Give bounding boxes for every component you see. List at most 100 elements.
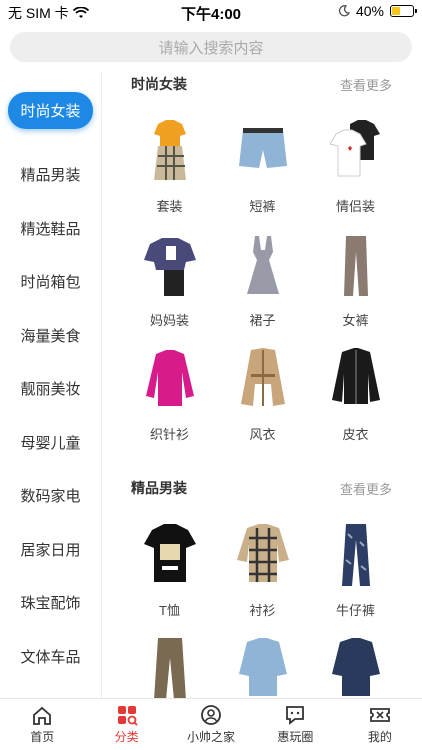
cargo-pants-icon (140, 634, 200, 698)
tab-ticket[interactable]: 我的 (338, 699, 422, 750)
denim-jacket-icon (233, 634, 293, 698)
tab-label: 分类 (114, 730, 139, 744)
sidebar-item-label: 珠宝配饰 (20, 595, 81, 613)
tab-chat[interactable]: 惠玩圈 (253, 699, 337, 750)
denim-shorts-icon (233, 116, 293, 186)
section-title: 精品男装 (131, 480, 187, 496)
subcategory-label: 风衣 (249, 427, 276, 442)
tshirt-icon (140, 520, 200, 590)
subcategory-item[interactable]: 织针衫 (123, 344, 216, 458)
tab-bar: 首页 分类 小帅之家 惠玩圈 我的 (0, 698, 422, 750)
section-header: 精品男装 查看更多 (103, 476, 422, 500)
category-section: 时尚女装 查看更多套装 短裤 情侣装妈妈装 裙子 女裤织针衫 风衣 皮衣 (103, 72, 422, 458)
subcategory-label: 皮衣 (342, 427, 369, 442)
subcategory-label: 织针衫 (149, 427, 189, 442)
plaid-shirt-icon (233, 520, 293, 590)
see-more-link[interactable]: 查看更多 (340, 479, 392, 498)
user-icon (201, 705, 221, 725)
home-icon (33, 706, 52, 725)
moon-icon (338, 5, 350, 17)
sidebar-item-label: 海量美食 (20, 327, 81, 345)
subcategory-item[interactable] (216, 634, 309, 698)
sidebar-item[interactable]: 文体车品 (0, 630, 101, 684)
search-placeholder: 请输入搜索内容 (158, 39, 264, 57)
battery-icon (390, 5, 417, 17)
women-pants-icon (326, 230, 386, 300)
subcategory-item[interactable]: 牛仔裤 (309, 520, 402, 634)
subcategory-grid: 套装 短裤 情侣装妈妈装 裙子 女裤织针衫 风衣 皮衣 (103, 96, 422, 458)
tab-user[interactable]: 小帅之家 (169, 699, 253, 750)
subcategory-label: 情侣装 (335, 199, 375, 214)
sidebar-item-label: 时尚女装 (8, 91, 93, 129)
sweater-icon (140, 344, 200, 414)
subcategory-label: 妈妈装 (149, 313, 189, 328)
sidebar-item-label: 靓丽美妆 (20, 381, 81, 399)
couple-tshirt-icon (326, 116, 386, 186)
subcategory-item[interactable]: 妈妈装 (123, 230, 216, 344)
leather-jacket-icon (326, 344, 386, 414)
chat-icon (286, 706, 305, 725)
status-right: 40% (338, 3, 417, 19)
tab-label: 惠玩圈 (277, 730, 314, 744)
subcategory-label: 套装 (156, 199, 183, 214)
section-title: 时尚女装 (131, 76, 187, 92)
sidebar-item[interactable]: 数码家电 (0, 469, 101, 523)
subcategory-label: 女裤 (342, 313, 369, 328)
jeans-icon (326, 520, 386, 590)
subcategory-item[interactable]: T恤 (123, 520, 216, 634)
subcategory-item[interactable]: 裙子 (216, 230, 309, 344)
men-jacket-icon (326, 634, 386, 698)
sidebar-item-label: 精选鞋品 (20, 220, 81, 238)
tab-label: 小帅之家 (187, 730, 236, 744)
sidebar-item[interactable]: 精选鞋品 (0, 202, 101, 256)
sidebar-item[interactable]: 珠宝配饰 (0, 576, 101, 630)
subcategory-label: T恤 (159, 603, 180, 618)
sidebar-item-label: 居家日用 (20, 541, 81, 559)
subcategory-item[interactable]: 皮衣 (309, 344, 402, 458)
ticket-icon (369, 708, 390, 722)
sidebar-item-label: 文体车品 (20, 648, 81, 666)
subcategory-grid: T恤 衬衫 牛仔裤 (103, 500, 422, 698)
category-content: 时尚女装 查看更多 套装 短裤 情侣装 妈妈装 裙子 女裤 织针衫 风衣 皮衣 精品男装 查看更多 T恤衬… (103, 72, 422, 698)
tab-category[interactable]: 分类 (84, 699, 168, 750)
see-more-link[interactable]: 查看更多 (340, 75, 392, 94)
category-icon (117, 706, 138, 726)
subcategory-item[interactable]: 套装 (123, 116, 216, 230)
subcategory-item[interactable] (123, 634, 216, 698)
subcategory-item[interactable] (309, 634, 402, 698)
subcategory-item[interactable]: 风衣 (216, 344, 309, 458)
category-sidebar: 时尚女装精品男装精选鞋品时尚箱包海量美食靓丽美妆母婴儿童数码家电居家日用珠宝配饰… (0, 72, 102, 698)
subcategory-item[interactable]: 衬衫 (216, 520, 309, 634)
subcategory-item[interactable]: 女裤 (309, 230, 402, 344)
status-bar: 无 SIM 卡 下午4:00 40% (0, 0, 422, 24)
trench-coat-icon (233, 344, 293, 414)
subcategory-label: 衬衫 (249, 603, 276, 618)
mom-outfit-icon (140, 230, 200, 300)
sidebar-item[interactable]: 时尚女装 (0, 72, 101, 148)
tab-label: 首页 (30, 730, 55, 744)
sidebar-item-label: 母婴儿童 (20, 434, 81, 452)
search-input[interactable]: 请输入搜索内容 (10, 32, 412, 62)
category-section: 精品男装 查看更多 T恤 衬衫 牛仔裤 (103, 476, 422, 698)
subcategory-item[interactable]: 情侣装 (309, 116, 402, 230)
subcategory-item[interactable]: 短裤 (216, 116, 309, 230)
sidebar-item[interactable]: 时尚箱包 (0, 255, 101, 309)
outfit-set-icon (140, 116, 200, 186)
tab-label: 我的 (367, 730, 392, 744)
subcategory-label: 牛仔裤 (335, 603, 375, 618)
tab-home[interactable]: 首页 (0, 699, 84, 750)
sidebar-item[interactable]: 海量美食 (0, 309, 101, 363)
sidebar-item[interactable]: 服饰内衣 (0, 683, 101, 698)
sidebar-item-label: 精品男装 (20, 167, 81, 185)
subcategory-label: 短裤 (249, 199, 276, 214)
battery-percent: 40% (355, 3, 384, 19)
sidebar-item-label: 时尚箱包 (20, 274, 81, 292)
sidebar-item-label: 数码家电 (20, 488, 81, 506)
sidebar-item[interactable]: 居家日用 (0, 523, 101, 577)
subcategory-label: 裙子 (249, 313, 276, 328)
dress-icon (233, 230, 293, 300)
sidebar-item[interactable]: 靓丽美妆 (0, 362, 101, 416)
sidebar-item[interactable]: 精品男装 (0, 148, 101, 202)
section-header: 时尚女装 查看更多 (103, 72, 422, 96)
sidebar-item[interactable]: 母婴儿童 (0, 416, 101, 470)
